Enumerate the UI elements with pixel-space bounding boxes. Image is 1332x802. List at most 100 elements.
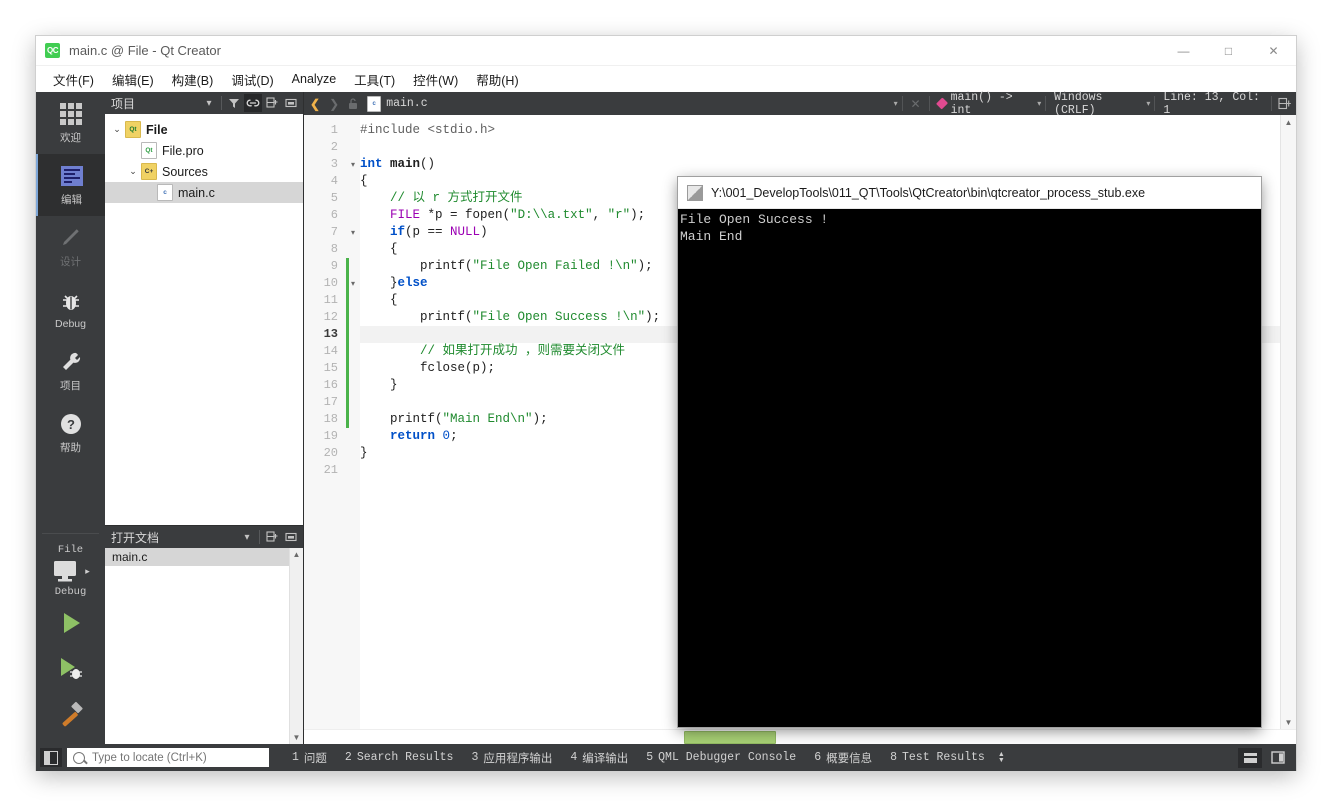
line-number: 18	[323, 412, 338, 426]
opendocs-header: 打开文档 ▾	[105, 526, 303, 548]
chevron-down-icon[interactable]: ▾	[894, 99, 898, 108]
qt-creator-logo-icon: QC	[45, 43, 60, 58]
run-button[interactable]	[36, 600, 105, 646]
fold-marker-column[interactable]: ▾ ▾ ▾	[346, 115, 360, 729]
split-icon[interactable]	[263, 94, 281, 112]
minimize-button[interactable]: —	[1161, 36, 1206, 65]
tree-item-file-pro[interactable]: Qt File.pro	[105, 140, 303, 161]
open-documents-list[interactable]: main.c ▲ ▼	[105, 548, 303, 744]
editor-vertical-scrollbar[interactable]: ▲ ▼	[1280, 115, 1296, 729]
scroll-up-icon[interactable]: ▲	[290, 548, 303, 561]
scroll-down-icon[interactable]: ▼	[1281, 715, 1296, 729]
menu-1[interactable]: 文件(F)	[44, 67, 103, 92]
menu-5[interactable]: Analyze	[283, 69, 345, 89]
chevron-down-icon[interactable]: ▾	[1037, 99, 1041, 108]
menubar: 文件(F) 编辑(E) 构建(B) 调试(D) Analyze 工具(T) 控件(W) 帮助(…	[36, 66, 1296, 92]
minimize-pane-icon[interactable]	[282, 94, 300, 112]
console-window[interactable]: Y:\001_DevelopTools\011_QT\Tools\QtCreat…	[678, 177, 1261, 727]
play-bug-icon	[60, 658, 82, 679]
tree-item-file[interactable]: ⌄ Qt File	[105, 119, 303, 140]
code-line: #include <stdio.h>	[360, 123, 496, 137]
mode-design[interactable]: 设计	[36, 216, 105, 278]
mode-welcome-label: 欢迎	[60, 132, 81, 144]
symbol-combo[interactable]: main() -> int	[934, 91, 1036, 117]
chevron-down-icon[interactable]: ⌄	[109, 124, 125, 135]
fold-marker-icon[interactable]: ▾	[346, 224, 360, 241]
link-icon[interactable]	[244, 94, 262, 112]
window-titlebar[interactable]: QC main.c @ File - Qt Creator — □ ✕	[36, 36, 1296, 66]
forward-arrow-icon[interactable]: ❯	[325, 94, 343, 114]
output-pane-tab-3[interactable]: 3 应用程序输出	[462, 750, 561, 766]
scroll-up-icon[interactable]: ▲	[1281, 115, 1296, 129]
line-number: 1	[330, 123, 338, 137]
menu-8[interactable]: 帮助(H)	[467, 67, 527, 92]
pane-number: 1	[292, 751, 299, 764]
fold-marker-icon[interactable]: ▾	[346, 156, 360, 173]
toggle-rightbar-icon[interactable]	[1266, 748, 1290, 768]
open-file-combo[interactable]: c main.c	[363, 95, 431, 112]
mode-edit-label: 编辑	[61, 194, 82, 206]
kit-selector[interactable]: File ▸ Debug	[36, 538, 105, 600]
desktop-background: QC main.c @ File - Qt Creator — □ ✕ 文件(F…	[0, 0, 1332, 802]
project-dock-header: 项目 ▾	[105, 92, 303, 114]
tree-item-main-c[interactable]: c main.c	[105, 182, 303, 203]
chevron-down-icon[interactable]: ▾	[1146, 99, 1150, 108]
mode-debug[interactable]: Debug	[36, 278, 105, 340]
scroll-down-icon[interactable]: ▼	[290, 731, 303, 744]
logo-text: QC	[47, 46, 59, 55]
opendocs-title: 打开文档	[111, 530, 160, 545]
scrollbar-thumb[interactable]	[684, 730, 776, 744]
chevron-down-icon[interactable]: ▾	[238, 528, 256, 546]
chevron-down-icon[interactable]: ⌄	[125, 166, 141, 177]
debug-button[interactable]	[36, 646, 105, 692]
menu-7[interactable]: 控件(W)	[404, 67, 467, 92]
filter-icon[interactable]	[225, 94, 243, 112]
project-tree[interactable]: ⌄ Qt File Qt File.pro ⌄ C+ Sources c main.c	[105, 114, 303, 525]
back-arrow-icon[interactable]: ❮	[306, 94, 324, 114]
open-document-item[interactable]: main.c	[105, 548, 303, 566]
minimize-pane-icon[interactable]	[282, 528, 300, 546]
close-icon[interactable]: ✕	[907, 94, 925, 114]
line-number: 8	[330, 242, 338, 256]
mode-welcome[interactable]: 欢迎	[36, 92, 105, 154]
menu-3[interactable]: 构建(B)	[163, 67, 223, 92]
divider	[1045, 96, 1047, 111]
line-number: 21	[323, 463, 338, 477]
editor-horizontal-scrollbar[interactable]	[304, 729, 1296, 744]
menu-2[interactable]: 编辑(E)	[103, 67, 163, 92]
locator-field[interactable]	[67, 748, 269, 767]
up-down-arrows-icon[interactable]: ▲ ▼	[998, 751, 1005, 764]
output-pane-tab-2[interactable]: 2 Search Results	[336, 751, 463, 764]
build-button[interactable]	[36, 692, 105, 738]
lock-icon[interactable]	[344, 94, 362, 114]
mode-projects[interactable]: 项目	[36, 340, 105, 402]
opendocs-scrollbar[interactable]: ▲ ▼	[289, 548, 303, 744]
kit-run-controls: File ▸ Debug	[36, 533, 105, 744]
mode-edit[interactable]: 编辑	[36, 154, 105, 216]
line-ending-combo[interactable]: Windows (CRLF)	[1050, 91, 1145, 117]
split-icon[interactable]	[263, 528, 281, 546]
console-titlebar[interactable]: Y:\001_DevelopTools\011_QT\Tools\QtCreat…	[678, 177, 1261, 209]
output-pane-tab-8[interactable]: 8 Test Results	[881, 751, 994, 764]
chevron-down-icon[interactable]: ▾	[200, 94, 218, 112]
menu-4[interactable]: 调试(D)	[222, 67, 282, 92]
output-pane-tab-5[interactable]: 5 QML Debugger Console	[637, 751, 805, 764]
output-pane-tab-6[interactable]: 6 概要信息	[805, 750, 881, 766]
tree-item-sources[interactable]: ⌄ C+ Sources	[105, 161, 303, 182]
maximize-button[interactable]: □	[1206, 36, 1251, 65]
output-pane-tab-1[interactable]: 1 问题	[283, 750, 336, 766]
search-input[interactable]	[90, 750, 263, 765]
split-editor-icon[interactable]	[1276, 94, 1294, 114]
tree-item-label: Sources	[162, 164, 208, 179]
output-pane-icon[interactable]	[1238, 747, 1262, 768]
cursor-position-text: Line: 13, Col: 1	[1163, 90, 1260, 117]
divider	[1271, 96, 1272, 111]
tree-item-label: File.pro	[162, 143, 204, 158]
output-pane-tab-4[interactable]: 4 编译输出	[561, 750, 637, 766]
mode-debug-label: Debug	[55, 317, 86, 330]
menu-6[interactable]: 工具(T)	[345, 67, 404, 92]
mode-help[interactable]: ? 帮助	[36, 402, 105, 464]
close-button[interactable]: ✕	[1251, 36, 1296, 65]
toggle-sidebar-icon[interactable]	[40, 748, 62, 767]
